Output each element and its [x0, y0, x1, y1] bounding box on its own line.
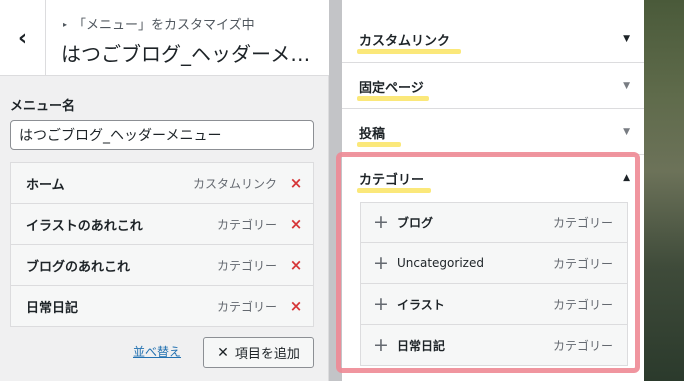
menu-item-diary[interactable]: 日常日記 カテゴリー × — [10, 285, 314, 327]
menu-customizer-panel: ‹ ▸ 「メニュー」をカスタマイズ中 はつごブログ_ヘッダーメニュー メニュー名 … — [0, 0, 329, 381]
section-title: カスタムリンク — [357, 30, 623, 54]
back-button[interactable]: ‹ — [0, 0, 46, 76]
menu-item-type: カテゴリー — [216, 217, 277, 232]
remove-icon[interactable]: × — [289, 215, 303, 233]
section-title-text: 投稿 — [359, 126, 386, 142]
menu-item-blog[interactable]: ブログのあれこれ カテゴリー × — [10, 244, 314, 286]
remove-icon[interactable]: × — [289, 174, 303, 192]
remove-icon[interactable]: × — [289, 256, 303, 274]
menu-item-type: カテゴリー — [216, 299, 277, 314]
arrow-down-icon: ▼ — [623, 81, 630, 91]
arrow-down-icon: ▼ — [623, 34, 630, 44]
menu-name-input[interactable] — [10, 120, 314, 150]
highlight-marker — [357, 48, 461, 54]
close-icon: ✕ — [217, 344, 229, 361]
menu-item-title: ホーム — [26, 177, 65, 193]
section-header[interactable]: 投稿 ▼ — [342, 109, 644, 155]
menu-item-title: イラストのあれこれ — [26, 218, 143, 234]
menu-item-home[interactable]: ホーム カスタムリンク × — [10, 162, 314, 204]
section-posts[interactable]: 投稿 ▼ — [342, 109, 644, 155]
menu-item-illustration[interactable]: イラストのあれこれ カテゴリー × — [10, 203, 314, 245]
breadcrumb: ▸ 「メニュー」をカスタマイズ中 — [63, 14, 255, 33]
site-preview-background — [644, 0, 684, 381]
section-title-text: 固定ページ — [359, 80, 424, 96]
menu-name-label: メニュー名 — [10, 99, 76, 114]
page-title: はつごブログ_ヘッダーメニュー — [61, 42, 323, 66]
section-custom-link[interactable]: カスタムリンク ▼ — [342, 0, 644, 63]
section-pages[interactable]: 固定ページ ▼ — [342, 63, 644, 109]
highlight-marker — [357, 141, 401, 147]
menu-item-type: カスタムリンク — [192, 176, 277, 191]
panel-header: ‹ ▸ 「メニュー」をカスタマイズ中 はつごブログ_ヘッダーメニュー — [0, 0, 329, 76]
section-title-text: カテゴリー — [359, 172, 425, 188]
add-items-label: 項目を追加 — [234, 347, 300, 362]
breadcrumb-text: 「メニュー」をカスタマイズ中 — [73, 18, 255, 33]
section-title-text: カスタムリンク — [359, 33, 451, 49]
remove-icon[interactable]: × — [289, 297, 303, 315]
menu-item-title: 日常日記 — [26, 300, 79, 316]
section-title: 投稿 — [357, 123, 623, 147]
chevron-left-icon: ‹ — [17, 25, 28, 51]
section-header[interactable]: 固定ページ ▼ — [342, 63, 644, 109]
section-header[interactable]: カスタムリンク ▼ — [342, 16, 644, 62]
arrow-down-icon: ▼ — [623, 127, 630, 137]
section-title: 固定ページ — [357, 77, 623, 101]
add-items-button[interactable]: ✕ 項目を追加 — [203, 337, 314, 368]
caret-right-icon: ▸ — [63, 20, 68, 29]
highlight-marker — [357, 95, 429, 101]
reorder-link[interactable]: 並べ替え — [133, 343, 181, 360]
menu-items-list: ホーム カスタムリンク × イラストのあれこれ カテゴリー × ブログのあれこれ… — [10, 162, 314, 327]
menu-item-type: カテゴリー — [216, 258, 277, 273]
menu-item-title: ブログのあれこれ — [26, 259, 131, 275]
